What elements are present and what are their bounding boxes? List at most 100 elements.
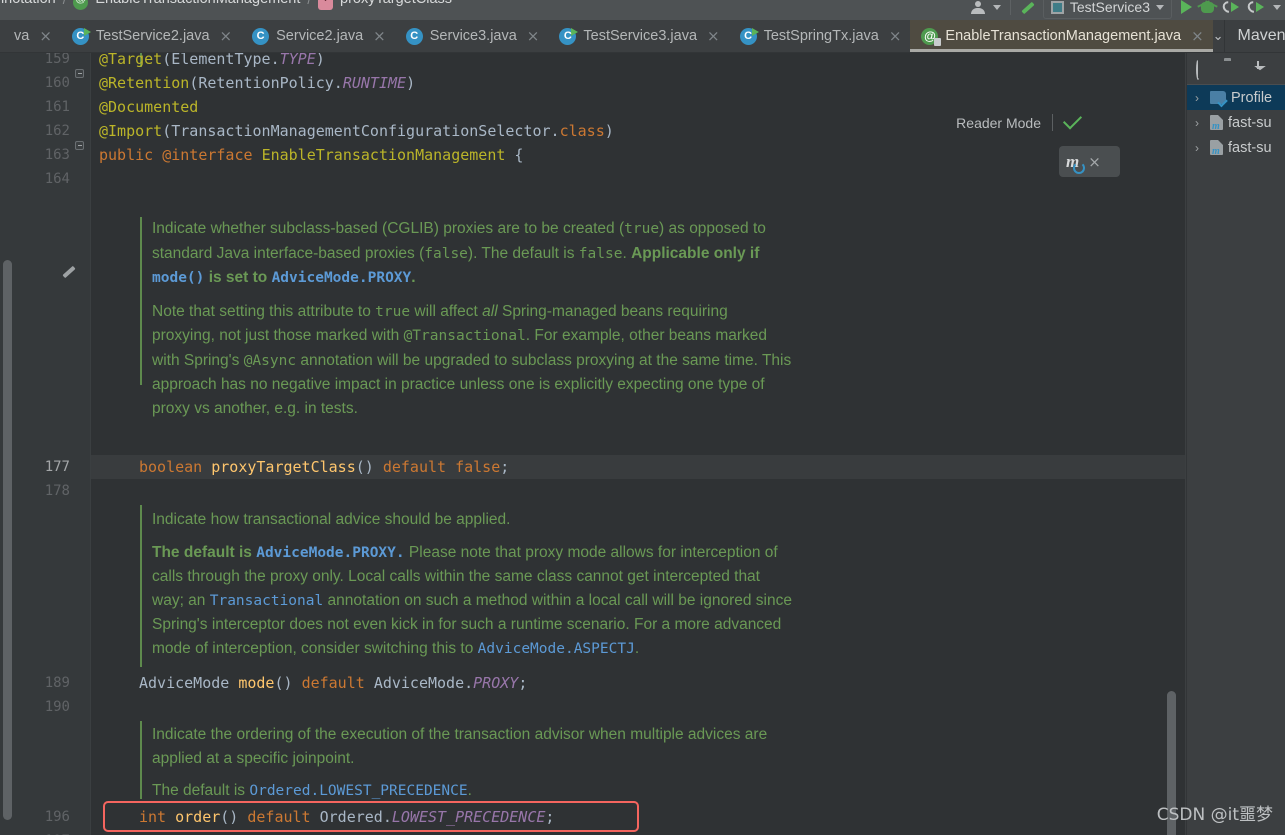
editor-tab-testspringtx[interactable]: TestSpringTx.java × bbox=[729, 20, 911, 52]
left-scrollbar-thumb[interactable] bbox=[3, 260, 12, 820]
tab-overflow-button[interactable]: ⌄ bbox=[1213, 20, 1224, 52]
editor-tab-label: TestService2.java bbox=[95, 28, 210, 44]
maven-tree-label: fast-su bbox=[1228, 139, 1272, 156]
maven-pom-icon bbox=[1210, 140, 1223, 157]
code-line-160: @Retention(RetentionPolicy.RUNTIME) bbox=[99, 74, 416, 92]
breadcrumb-item-class[interactable]: EnableTransactionManagement bbox=[95, 0, 300, 7]
maven-reload-popup[interactable]: m × bbox=[1059, 146, 1120, 177]
close-icon[interactable]: × bbox=[39, 28, 52, 44]
refresh-icon[interactable] bbox=[1073, 161, 1085, 174]
close-icon[interactable]: × bbox=[220, 28, 233, 44]
debug-icon[interactable] bbox=[1201, 1, 1214, 13]
chevron-right-icon[interactable]: › bbox=[1195, 116, 1205, 130]
ide-window: annotation / EnableTransactionManagement… bbox=[0, 0, 1285, 835]
divider bbox=[1052, 114, 1053, 131]
code-line-189: AdviceMode mode() default AdviceMode.PRO… bbox=[139, 674, 528, 692]
java-runnable-class-icon bbox=[71, 27, 91, 45]
editor-tab-bar: va × TestService2.java × Service2.java ×… bbox=[0, 20, 1285, 53]
line-number: 197 bbox=[0, 829, 70, 835]
editor-tab-label: EnableTransactionManagement.java bbox=[945, 28, 1182, 44]
javadoc-paragraph: Indicate how transactional advice should… bbox=[152, 511, 511, 528]
chevron-right-icon[interactable]: › bbox=[1195, 141, 1205, 155]
toolbar-divider bbox=[1009, 0, 1011, 15]
breadcrumb-item-member[interactable]: proxyTargetClass bbox=[340, 0, 452, 7]
close-icon[interactable]: × bbox=[373, 28, 386, 44]
line-number: 161 bbox=[44, 99, 70, 115]
editor-tab-service3[interactable]: Service3.java × bbox=[395, 20, 549, 52]
code-line-159: @Target(ElementType.TYPE) bbox=[99, 53, 325, 68]
javadoc-order: Indicate the ordering of the execution o… bbox=[152, 723, 792, 813]
doc-accent-bar bbox=[140, 721, 142, 799]
javadoc-paragraph: Indicate whether subclass-based (CGLIB) … bbox=[152, 220, 766, 286]
breadcrumb-item-annotation[interactable]: annotation bbox=[0, 0, 56, 7]
maven-tree-item-project-2[interactable]: › fast-su bbox=[1187, 135, 1285, 160]
maven-tree-item-project-1[interactable]: › fast-su bbox=[1187, 110, 1285, 135]
close-icon[interactable]: × bbox=[1088, 153, 1101, 171]
code-line-162: @Import(TransactionManagementConfigurati… bbox=[99, 122, 614, 140]
editor-tab-label: TestSpringTx.java bbox=[763, 28, 879, 44]
maven-tree-label: Profile bbox=[1231, 89, 1273, 106]
chevron-down-icon[interactable] bbox=[992, 4, 1001, 10]
editor-tab-label: Service3.java bbox=[429, 28, 517, 44]
editor-tab-testservice3[interactable]: TestService3.java × bbox=[548, 20, 728, 52]
edit-pencil-icon[interactable] bbox=[60, 265, 75, 280]
person-icon[interactable] bbox=[970, 0, 985, 14]
javadoc-mode: Indicate how transactional advice should… bbox=[152, 508, 792, 670]
breadcrumb-separator: / bbox=[61, 0, 69, 7]
line-number: 164 bbox=[44, 171, 70, 187]
tool-window-title-maven[interactable]: Maven bbox=[1223, 20, 1285, 52]
breadcrumb-separator: / bbox=[305, 0, 313, 7]
editor-tab-testservice2[interactable]: TestService2.java × bbox=[61, 20, 241, 52]
run-with-coverage-icon[interactable] bbox=[1220, 0, 1239, 16]
reader-mode-indicator[interactable]: Reader Mode bbox=[956, 109, 1083, 131]
chevron-down-icon bbox=[1156, 4, 1164, 10]
run-icon[interactable] bbox=[1181, 0, 1192, 14]
download-sources-icon[interactable] bbox=[1252, 61, 1268, 77]
breadcrumb: annotation / EnableTransactionManagement… bbox=[0, 0, 452, 10]
code-text[interactable]: @Target(ElementType.TYPE) @Retention(Ret… bbox=[91, 53, 1185, 835]
editor-tab-label: Service2.java bbox=[276, 28, 364, 44]
profile-icon[interactable] bbox=[1245, 0, 1264, 16]
run-toolbar: TestService3 bbox=[970, 0, 1281, 20]
editor-tab-enabletransactionmanagement[interactable]: EnableTransactionManagement.java × bbox=[910, 20, 1213, 52]
close-icon[interactable]: × bbox=[889, 28, 902, 44]
close-icon[interactable]: × bbox=[707, 28, 720, 44]
breadcrumb-bar: annotation / EnableTransactionManagement… bbox=[0, 0, 1285, 20]
maven-pom-icon bbox=[1210, 115, 1223, 132]
configuration-icon bbox=[1050, 0, 1064, 14]
field-icon bbox=[318, 0, 333, 10]
close-icon[interactable]: × bbox=[1191, 28, 1204, 44]
run-configuration-name: TestService3 bbox=[1069, 0, 1150, 15]
maven-tree-item-profiles[interactable]: › Profile bbox=[1187, 85, 1285, 110]
editor-tab-service2[interactable]: Service2.java × bbox=[241, 20, 395, 52]
java-runnable-class-icon bbox=[559, 27, 579, 45]
reimport-icon[interactable] bbox=[1196, 58, 1212, 80]
line-number-current: 177 bbox=[44, 459, 70, 475]
editor-tab-label: va bbox=[14, 28, 30, 44]
fold-marker-icon[interactable] bbox=[75, 141, 84, 150]
annotation-icon bbox=[73, 0, 89, 10]
code-editor[interactable]: 159 160 161 162 163 164 177 178 189 190 … bbox=[0, 53, 1185, 835]
fold-marker-icon[interactable] bbox=[75, 69, 84, 78]
line-number: 163 bbox=[44, 147, 70, 163]
reader-mode-label: Reader Mode bbox=[956, 114, 1041, 131]
run-configuration-selector[interactable]: TestService3 bbox=[1042, 0, 1172, 19]
code-line-161: @Documented bbox=[99, 98, 199, 116]
maven-toolbar bbox=[1187, 53, 1285, 85]
chevron-down-icon[interactable] bbox=[1273, 4, 1281, 10]
close-icon[interactable]: × bbox=[527, 28, 540, 44]
java-runnable-class-icon bbox=[739, 27, 759, 45]
line-number: 178 bbox=[44, 483, 70, 499]
line-number: 189 bbox=[44, 675, 70, 691]
wrench-icon[interactable] bbox=[1020, 0, 1034, 14]
chevron-right-icon[interactable]: › bbox=[1195, 91, 1205, 105]
line-number: 160 bbox=[44, 75, 70, 91]
javadoc-paragraph: Indicate the ordering of the execution o… bbox=[152, 726, 768, 767]
watermark: CSDN @it噩梦 bbox=[1156, 805, 1273, 825]
editor-tab[interactable]: va × bbox=[0, 20, 61, 52]
profiles-icon bbox=[1210, 91, 1226, 104]
doc-accent-bar bbox=[140, 217, 142, 385]
java-class-icon bbox=[405, 27, 423, 45]
javadoc-proxytargetclass: Indicate whether subclass-based (CGLIB) … bbox=[152, 217, 792, 429]
add-folder-icon[interactable] bbox=[1224, 61, 1240, 77]
